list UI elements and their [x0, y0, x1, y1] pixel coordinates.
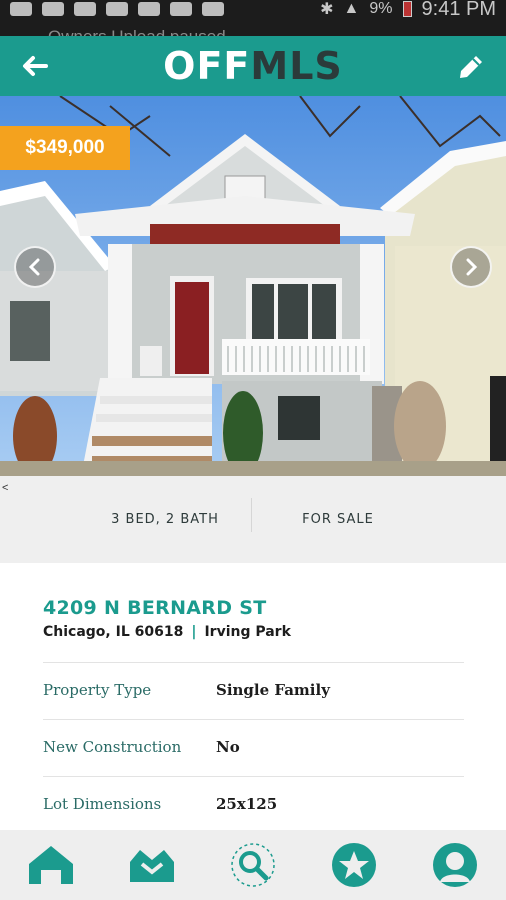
neighborhood: Irving Park — [204, 624, 291, 640]
notification-icon — [42, 2, 64, 16]
detail-value: No — [216, 738, 240, 756]
next-photo-button[interactable] — [450, 246, 492, 288]
listing-summary-bar: < 3 BED, 2 BATH FOR SALE — [0, 476, 506, 563]
edit-button[interactable] — [454, 50, 488, 84]
notification-icon — [10, 2, 32, 16]
detail-label: Lot Dimensions — [43, 795, 162, 813]
listing-details: 4209 N BERNARD ST Chicago, IL 60618 | Ir… — [0, 563, 506, 830]
street-address: 4209 N BERNARD ST — [43, 597, 267, 619]
logo-off: OFF — [163, 44, 251, 88]
city-line: Chicago, IL 60618 | Irving Park — [43, 624, 291, 640]
city-state-zip: Chicago, IL 60618 — [43, 624, 184, 640]
battery-icon — [402, 1, 412, 17]
profile-icon — [433, 843, 478, 887]
status-system-icons: ✱ ▲ 9% 9:41 PM — [320, 0, 496, 20]
chevron-left-icon — [28, 258, 40, 276]
chevron-right-icon — [466, 258, 478, 276]
status-bar: ✱ ▲ 9% 9:41 PM Owners Upload paused — [0, 0, 506, 36]
detail-row-lot-dimensions: Lot Dimensions 25x125 — [43, 776, 464, 833]
detail-value: 25x125 — [216, 795, 278, 813]
nav-owners[interactable] — [126, 839, 178, 891]
beds-baths: 3 BED, 2 BATH — [111, 512, 219, 527]
pencil-icon — [460, 56, 482, 78]
price-badge: $349,000 — [0, 126, 130, 170]
detail-row-new-construction: New Construction No — [43, 719, 464, 776]
previous-photo-button[interactable] — [14, 246, 56, 288]
owners-icon — [129, 850, 174, 882]
tiny-marker: < — [2, 482, 9, 494]
bottom-navigation — [0, 830, 506, 900]
detail-row-property-type: Property Type Single Family — [43, 662, 464, 719]
notification-icon — [74, 2, 96, 16]
detail-value: Single Family — [216, 681, 330, 699]
separator: | — [191, 624, 197, 640]
app-logo: OFFMLS — [0, 44, 506, 88]
clock: 9:41 PM — [421, 0, 496, 20]
logo-mls: MLS — [250, 44, 343, 88]
battery-level: 9% — [369, 0, 393, 17]
notification-icon — [106, 2, 128, 16]
detail-label: Property Type — [43, 681, 152, 699]
notification-icon — [138, 2, 160, 16]
search-icon — [231, 843, 275, 887]
app-header: OFFMLS — [0, 36, 506, 96]
nav-home[interactable] — [25, 839, 77, 891]
bluetooth-icon: ✱ — [320, 1, 334, 18]
nav-favorites[interactable] — [328, 839, 380, 891]
notification-icon — [202, 2, 224, 16]
signal-icon: ▲ — [343, 0, 360, 17]
favorites-star-icon — [332, 843, 377, 887]
listing-status: FOR SALE — [302, 512, 374, 527]
home-icon — [28, 846, 73, 884]
nav-search[interactable] — [227, 839, 279, 891]
summary-divider — [251, 498, 252, 532]
status-notification-icons — [10, 0, 224, 18]
detail-label: New Construction — [43, 738, 182, 756]
nav-profile[interactable] — [429, 839, 481, 891]
notification-icon — [170, 2, 192, 16]
notification-text: Owners Upload paused — [48, 24, 288, 36]
